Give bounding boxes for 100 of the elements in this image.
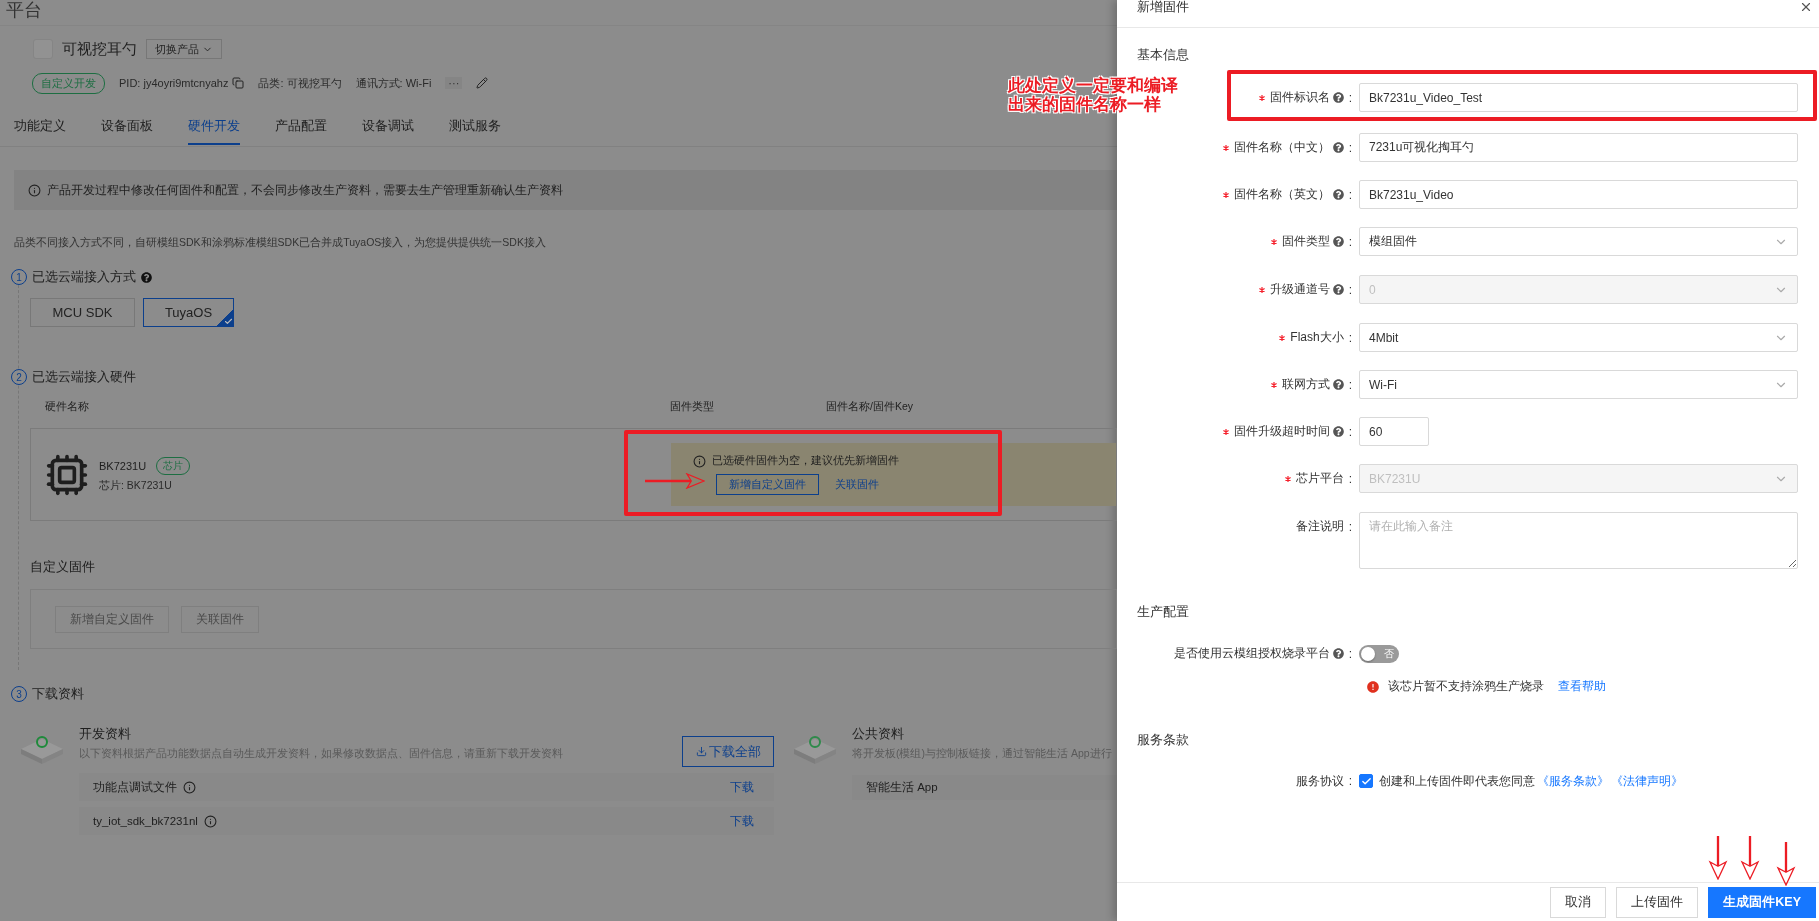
block-title: 公共资料 <box>852 725 905 743</box>
generate-key-button[interactable]: 生成固件KEY <box>1708 886 1816 918</box>
tab[interactable]: 设备调试 <box>362 117 414 145</box>
label-colon: : <box>1348 234 1352 249</box>
agree-checkbox[interactable] <box>1359 774 1373 788</box>
download-link[interactable]: 下载 <box>730 778 754 796</box>
label-colon: : <box>1348 519 1352 534</box>
pid-text: PID: jy4oyri9mtcnyahz <box>119 77 229 89</box>
label-colon: : <box>1348 282 1352 297</box>
download-icon <box>695 746 707 757</box>
help-icon[interactable] <box>1332 379 1344 390</box>
label-colon: : <box>1348 471 1352 486</box>
field-label: 固件名称（英文） <box>1233 186 1330 203</box>
error-icon <box>1366 679 1380 694</box>
terms-link[interactable]: 《服务条款》 <box>1537 772 1609 790</box>
step-title: 已选云端接入方式 <box>32 268 136 286</box>
field-label: 备注说明 <box>1295 518 1344 535</box>
help-icon[interactable] <box>1332 236 1344 247</box>
help-icon[interactable] <box>1332 92 1344 103</box>
pointer-arrow <box>1776 842 1796 886</box>
remark-textarea[interactable]: 请在此输入备注 <box>1359 512 1798 569</box>
section-title: 服务条款 <box>1136 732 1190 748</box>
step-number: 1 <box>11 269 27 285</box>
file-name: ty_iot_sdk_bk7231nl <box>93 815 198 827</box>
agreement-text: 创建和上传固件即代表您同意 <box>1379 772 1535 790</box>
category-text: 品类: 可视挖耳勺 <box>258 75 342 91</box>
link-firmware-link[interactable]: 关联固件 <box>835 477 879 492</box>
help-icon[interactable] <box>141 271 152 283</box>
tab[interactable]: 测试服务 <box>449 117 501 145</box>
access-option[interactable]: TuyaOS <box>143 298 234 327</box>
notice-text: 产品开发过程中修改任何固件和配置，不会同步修改生产资料，需要去生产管理重新确认生产资料 <box>47 181 563 199</box>
label-colon: : <box>1348 90 1352 105</box>
warning-text: 该芯片暂不支持涂鸦生产烧录 <box>1388 678 1544 695</box>
drawer-title: 新增固件 <box>1137 0 1189 14</box>
select-field[interactable]: 模组固件 <box>1359 227 1798 256</box>
column-header: 固件类型 <box>670 400 715 414</box>
help-icon[interactable] <box>1332 142 1344 153</box>
label-colon: : <box>1348 140 1352 155</box>
field-label: 固件名称（中文） <box>1233 139 1330 156</box>
field-label: 固件标识名 <box>1269 89 1330 106</box>
dev-mode-tag: 自定义开发 <box>32 72 105 94</box>
label-colon: : <box>1348 646 1352 661</box>
help-link[interactable]: 查看帮助 <box>1558 678 1606 695</box>
tab[interactable]: 功能定义 <box>14 117 66 145</box>
more-button[interactable]: ··· <box>445 77 463 89</box>
alert-text: 已选硬件固件为空，建议优先新增固件 <box>712 454 899 468</box>
block-title: 开发资料 <box>79 725 132 743</box>
text-input[interactable]: Bk7231u_Video <box>1359 180 1798 209</box>
field-label: Flash大小 <box>1290 329 1344 346</box>
info-icon <box>693 454 706 468</box>
terms-link[interactable]: 《法律声明》 <box>1611 772 1683 790</box>
info-icon[interactable] <box>183 780 196 794</box>
label-colon: : <box>1348 377 1352 392</box>
step-number: 2 <box>11 369 27 385</box>
file-name: 功能点调试文件 <box>93 779 177 795</box>
switch-product-button[interactable]: 切换产品 <box>146 39 222 59</box>
chip-icon <box>45 452 89 497</box>
field-label: 固件升级超时时间 <box>1233 423 1330 440</box>
download-link[interactable]: 下载 <box>730 812 754 830</box>
edit-icon[interactable] <box>476 77 489 89</box>
add-firmware-button[interactable]: 新增自定义固件 <box>716 474 819 495</box>
platform-title: 平台 <box>6 0 42 20</box>
select-field[interactable]: Wi-Fi <box>1359 370 1798 399</box>
pointer-arrow <box>1708 836 1728 880</box>
footer-button[interactable]: 取消 <box>1550 886 1607 918</box>
product-name: 可视挖耳勺 <box>62 39 137 59</box>
select-field[interactable]: 4Mbit <box>1359 323 1798 352</box>
access-option[interactable]: MCU SDK <box>30 298 135 327</box>
column-header: 硬件名称 <box>45 400 90 414</box>
info-icon[interactable] <box>203 814 217 828</box>
section-title: 自定义固件 <box>29 559 96 575</box>
tab[interactable]: 产品配置 <box>275 117 327 145</box>
help-icon[interactable] <box>1332 426 1344 437</box>
field-label: 是否使用云模组授权烧录平台 <box>1173 645 1330 662</box>
step-title: 已选云端接入硬件 <box>32 368 136 386</box>
chip-text: 芯片: BK7231U <box>99 478 173 493</box>
text-input[interactable]: 7231u可视化掏耳勺 <box>1359 133 1798 162</box>
field-label: 联网方式 <box>1281 376 1330 393</box>
text-input[interactable]: Bk7231u_Video_Test <box>1359 83 1798 112</box>
step-title: 下载资料 <box>32 685 84 703</box>
field-label: 服务协议 <box>1295 772 1344 790</box>
copy-icon[interactable] <box>232 77 245 89</box>
hardware-name: BK7231U <box>99 459 147 472</box>
download-all-button[interactable]: 下载全部 <box>682 736 774 767</box>
check-icon <box>224 317 233 326</box>
tab[interactable]: 设备面板 <box>101 117 153 145</box>
help-icon[interactable] <box>1332 648 1344 659</box>
column-header: 固件名称/固件Key <box>826 400 913 414</box>
protocol-text: 通讯方式: Wi-Fi <box>355 75 432 91</box>
label-colon: : <box>1348 774 1352 788</box>
field-label: 升级通道号 <box>1269 281 1330 298</box>
number-input[interactable]: 60 <box>1359 417 1429 446</box>
section-title: 基本信息 <box>1136 47 1190 63</box>
help-icon[interactable] <box>1332 189 1344 200</box>
label-colon: : <box>1348 187 1352 202</box>
field-label: 芯片平台 <box>1295 470 1344 487</box>
toggle-switch[interactable]: 否 <box>1359 644 1399 663</box>
footer-button[interactable]: 上传固件 <box>1616 886 1699 918</box>
tab[interactable]: 硬件开发 <box>188 117 240 145</box>
close-button[interactable] <box>1799 0 1813 14</box>
